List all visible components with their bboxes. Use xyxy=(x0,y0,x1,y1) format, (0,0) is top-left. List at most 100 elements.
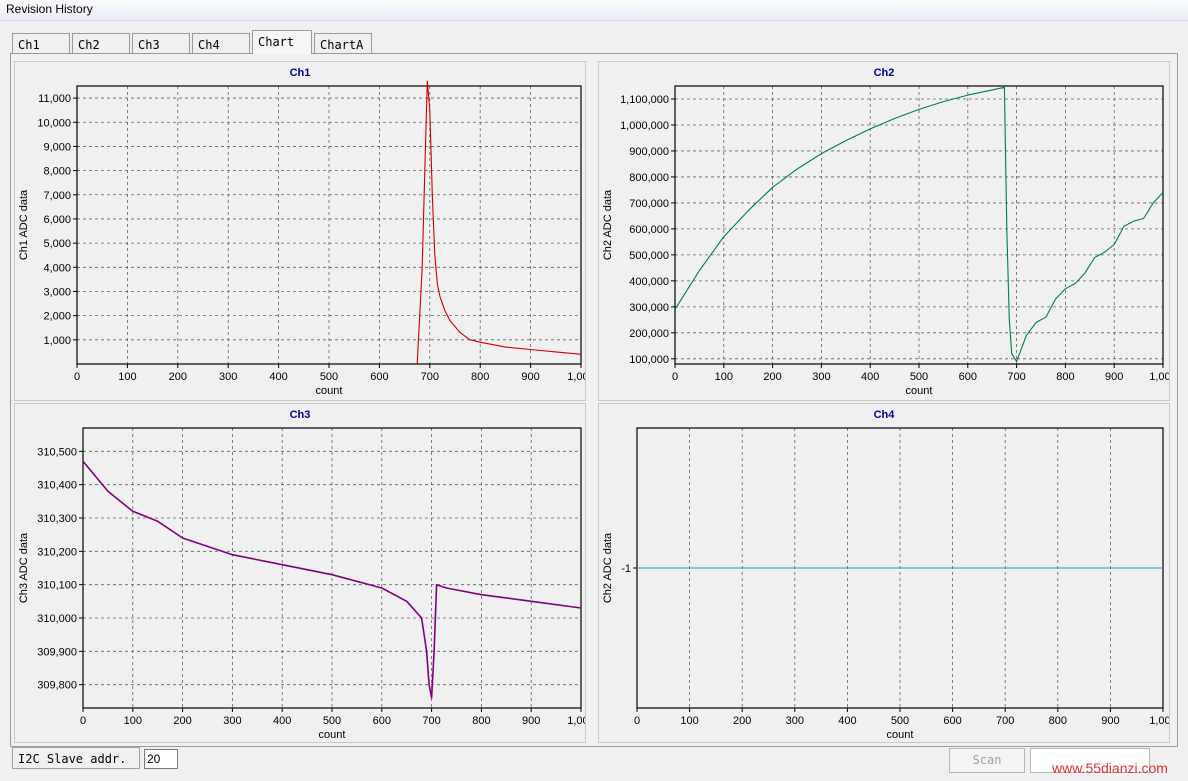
tab-ch3[interactable]: Ch3 xyxy=(132,33,190,53)
ch2-xtick-label: 500 xyxy=(910,371,928,383)
tab-ch1[interactable]: Ch1 xyxy=(12,33,70,53)
ch1-xtick-label: 400 xyxy=(269,371,287,383)
ch2-xtick-label: 900 xyxy=(1105,371,1123,383)
ch3-chart-panel: Ch3 0 100 200 300 400 500 600 700 800 900 1,000 309,… xyxy=(14,403,586,743)
ch3-xtick-label: 100 xyxy=(124,715,142,727)
ch4-xtick-label: 200 xyxy=(733,715,751,727)
ch1-ytick-label: 11,000 xyxy=(38,93,71,105)
ch3-xtick-label: 400 xyxy=(273,715,291,727)
ch1-ytick-label: 3,000 xyxy=(43,286,71,298)
ch1-ytick-label: 7,000 xyxy=(43,190,71,202)
ch3-xtick-label: 900 xyxy=(522,715,540,727)
ch4-ytick-label: -1 xyxy=(621,563,631,575)
scan-button[interactable]: Scan xyxy=(949,748,1025,773)
tab-chart[interactable]: Chart xyxy=(252,30,312,54)
ch4-xlabel: count xyxy=(887,729,914,741)
ch4-xtick-label: 600 xyxy=(943,715,961,727)
ch2-chart: Ch2 0 100 200 300 400 500 600 700 800 900 1,000 100,… xyxy=(602,67,1169,397)
ch2-ytick-label: 1,000,000 xyxy=(620,120,669,132)
ch1-ytick-label: 4,000 xyxy=(43,262,71,274)
ch1-ytick-label: 5,000 xyxy=(43,238,71,250)
watermark: www.55dianzi.com xyxy=(1052,760,1168,776)
ch1-xtick-label: 500 xyxy=(320,371,338,383)
ch2-xtick-label: 600 xyxy=(959,371,977,383)
ch1-xtick-label: 0 xyxy=(74,371,80,383)
ch2-xtick-label: 100 xyxy=(715,371,733,383)
ch3-ytick-label: 310,500 xyxy=(37,446,77,458)
ch3-xtick-label: 1,000 xyxy=(567,715,585,727)
ch2-chart-panel: Ch2 0 100 200 300 400 500 600 700 800 900 1,000 100,… xyxy=(598,61,1170,401)
ch3-ytick-label: 309,900 xyxy=(37,646,77,658)
ch2-ytick-label: 300,000 xyxy=(629,302,669,314)
ch3-xtick-label: 600 xyxy=(373,715,391,727)
ch3-ylabel: Ch3 ADC data xyxy=(18,532,30,603)
menu-bar: Revision History xyxy=(0,0,1188,21)
tab-charta[interactable]: ChartA xyxy=(314,33,372,53)
ch1-chart: Ch1 0 100 200 300 400 500 600 700 800 900 1,000 1,00… xyxy=(18,67,585,397)
i2c-slave-addr-label: I2C Slave addr. xyxy=(12,747,140,769)
ch1-ytick-label: 1,000 xyxy=(43,335,71,347)
ch1-ytick-label: 8,000 xyxy=(43,166,71,178)
ch1-ytick-label: 6,000 xyxy=(43,214,71,226)
ch3-xlabel: count xyxy=(319,729,346,741)
ch3-xtick-label: 200 xyxy=(173,715,191,727)
ch2-ytick-label: 100,000 xyxy=(629,354,669,366)
ch2-xtick-label: 400 xyxy=(861,371,879,383)
ch3-xtick-label: 300 xyxy=(223,715,241,727)
ch3-ytick-label: 310,300 xyxy=(37,513,77,525)
ch4-xtick-label: 400 xyxy=(838,715,856,727)
ch4-xtick-label: 700 xyxy=(996,715,1014,727)
ch1-xtick-label: 700 xyxy=(421,371,439,383)
ch1-xtick-label: 1,000 xyxy=(567,371,585,383)
ch1-xtick-label: 800 xyxy=(471,371,489,383)
ch1-xtick-label: 200 xyxy=(169,371,187,383)
ch3-xtick-label: 800 xyxy=(472,715,490,727)
ch1-xtick-label: 900 xyxy=(521,371,539,383)
ch1-xlabel: count xyxy=(316,385,343,397)
ch4-xtick-label: 300 xyxy=(786,715,804,727)
ch2-ylabel: Ch2 ADC data xyxy=(602,189,614,260)
menu-revision-history[interactable]: Revision History xyxy=(6,2,93,16)
ch3-chart: Ch3 0 100 200 300 400 500 600 700 800 900 1,000 309,… xyxy=(18,409,585,741)
i2c-slave-addr-input[interactable] xyxy=(144,749,178,769)
ch2-ytick-label: 500,000 xyxy=(629,250,669,262)
ch3-ytick-label: 310,100 xyxy=(37,580,77,592)
ch2-ytick-label: 900,000 xyxy=(629,146,669,158)
ch2-ytick-label: 1,100,000 xyxy=(620,94,669,106)
ch2-title: Ch2 xyxy=(874,67,895,79)
ch3-ytick-label: 310,400 xyxy=(37,480,77,492)
ch4-xtick-label: 900 xyxy=(1101,715,1119,727)
ch3-title: Ch3 xyxy=(290,409,311,421)
ch4-xtick-label: 800 xyxy=(1049,715,1067,727)
ch1-xtick-label: 300 xyxy=(219,371,237,383)
ch2-xtick-label: 300 xyxy=(812,371,830,383)
ch2-ytick-label: 800,000 xyxy=(629,172,669,184)
ch2-xtick-label: 200 xyxy=(763,371,781,383)
ch2-xtick-label: 800 xyxy=(1056,371,1074,383)
ch1-title: Ch1 xyxy=(290,67,311,79)
ch4-title: Ch4 xyxy=(874,409,896,421)
ch3-ytick-label: 309,800 xyxy=(37,680,77,692)
ch1-xtick-label: 100 xyxy=(118,371,136,383)
tab-ch2[interactable]: Ch2 xyxy=(72,33,130,53)
ch2-xtick-label: 0 xyxy=(672,371,678,383)
ch2-xtick-label: 700 xyxy=(1007,371,1025,383)
ch1-ytick-label: 2,000 xyxy=(43,311,71,323)
ch2-xlabel: count xyxy=(906,385,933,397)
ch2-ytick-label: 700,000 xyxy=(629,198,669,210)
ch3-ytick-label: 310,000 xyxy=(37,613,77,625)
ch4-xtick-label: 1,000 xyxy=(1149,715,1169,727)
ch4-xtick-label: 500 xyxy=(891,715,909,727)
ch4-chart-panel: Ch4 0 100 200 300 400 500 600 700 800 900 1,000 -1 co… xyxy=(598,403,1170,743)
ch2-ytick-label: 600,000 xyxy=(629,224,669,236)
ch1-ytick-label: 10,000 xyxy=(37,117,71,129)
ch1-xtick-label: 600 xyxy=(370,371,388,383)
tab-ch4[interactable]: Ch4 xyxy=(192,33,250,53)
ch4-xtick-label: 100 xyxy=(680,715,698,727)
chart-tab-panel: Ch1 0 100 200 300 400 500 600 700 800 900 1,000 1,00… xyxy=(10,53,1178,747)
ch4-chart: Ch4 0 100 200 300 400 500 600 700 800 900 1,000 -1 co… xyxy=(602,409,1169,741)
ch3-xtick-label: 0 xyxy=(80,715,86,727)
ch1-chart-panel: Ch1 0 100 200 300 400 500 600 700 800 900 1,000 1,00… xyxy=(14,61,586,401)
ch2-ytick-label: 400,000 xyxy=(629,276,669,288)
ch1-ytick-label: 9,000 xyxy=(43,141,71,153)
